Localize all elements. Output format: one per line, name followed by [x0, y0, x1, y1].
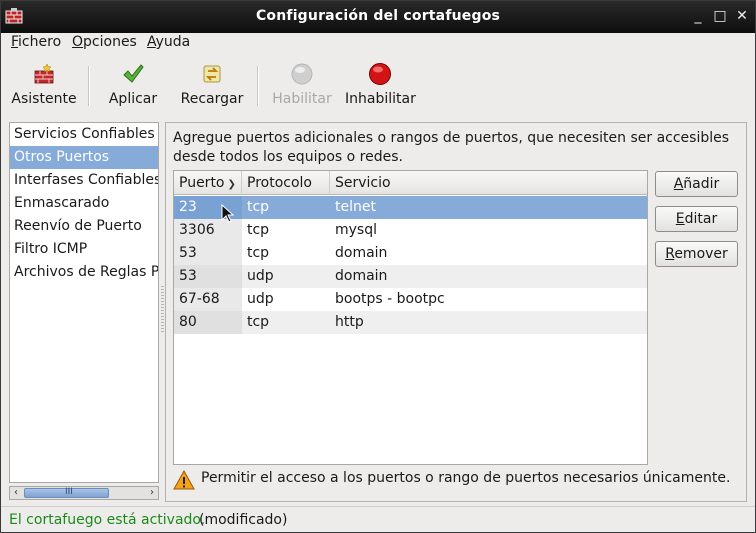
table-row[interactable]: 53 udp domain — [174, 265, 647, 288]
grey-circle-icon — [291, 63, 313, 85]
menu-ayuda[interactable]: Ayuda — [147, 34, 190, 50]
menu-fichero-label: ichero — [18, 34, 62, 50]
remove-port-mnemonic: R — [665, 246, 675, 262]
port-cell: 53 — [179, 268, 197, 284]
apply-button[interactable]: Aplicar — [101, 56, 165, 112]
table-row[interactable]: 53 tcp domain — [174, 242, 647, 265]
sidebar-list: Servicios Confiables Otros Puertos Inter… — [9, 122, 159, 483]
menu-ayuda-label: yuda — [155, 34, 191, 50]
table-row[interactable]: 80 tcp http — [174, 311, 647, 334]
ports-table: Puerto ❯ Protocolo Servicio 23 tcp telnet… — [173, 170, 648, 465]
add-port-label: ñadir — [683, 176, 720, 192]
checkmark-icon — [123, 64, 144, 83]
apply-label: Aplicar — [108, 91, 158, 107]
menu-opciones[interactable]: Opciones — [72, 34, 137, 50]
service-cell: http — [335, 314, 364, 330]
disable-label: Inhabilitar — [345, 91, 416, 107]
menu-ayuda-mnemonic: A — [147, 34, 156, 50]
remove-port-button[interactable]: Remover — [655, 241, 738, 267]
column-header-protocolo[interactable]: Protocolo — [242, 171, 330, 195]
pane-splitter-handle[interactable] — [161, 286, 164, 334]
scrollbar-grip-icon: III — [65, 487, 73, 497]
close-button[interactable]: ✕ — [733, 7, 751, 25]
edit-port-label: ditar — [684, 211, 718, 227]
table-row[interactable]: 23 tcp telnet — [174, 196, 647, 219]
service-cell: bootps - bootpc — [335, 291, 445, 307]
protocol-cell: udp — [247, 291, 274, 307]
toolbar-separator — [257, 66, 259, 106]
disable-button[interactable]: Inhabilitar — [345, 56, 416, 112]
minimize-button[interactable]: _ — [689, 7, 707, 25]
service-cell: domain — [335, 245, 388, 261]
table-row[interactable]: 67-68 udp bootps - bootpc — [174, 288, 647, 311]
protocol-cell: tcp — [247, 222, 270, 238]
port-cell: 80 — [179, 314, 197, 330]
sort-descending-icon: ❯ — [227, 179, 236, 190]
protocol-cell: udp — [247, 268, 274, 284]
firewall-status-text: El cortafuego está activado. — [9, 512, 206, 528]
ports-description: Agregue puertos adicionales o rangos de … — [173, 130, 730, 165]
window-title: Configuración del cortafuegos — [255, 8, 501, 24]
mouse-pointer-icon — [221, 204, 235, 223]
firewall-config-window: Configuración del cortafuegos _ □ ✕ Fich… — [0, 0, 756, 533]
menu-opciones-mnemonic: O — [72, 34, 84, 50]
menu-fichero[interactable]: Fichero — [11, 34, 61, 50]
column-header-puerto-label: Puerto — [179, 175, 225, 191]
add-port-button[interactable]: Añadir — [655, 171, 738, 197]
modified-status-text: (modificado) — [199, 512, 288, 528]
port-cell: 53 — [179, 245, 197, 261]
wizard-firewall-icon — [34, 63, 54, 84]
menu-fichero-mnemonic: F — [11, 34, 19, 50]
warning-text: Permitir el acceso a los puertos o rango… — [201, 470, 731, 486]
sidebar-item-servicios-confiables[interactable]: Servicios Confiables — [10, 123, 158, 146]
sidebar-item-reenvio-de-puerto[interactable]: Reenvío de Puerto — [10, 215, 158, 238]
service-cell: domain — [335, 268, 388, 284]
scroll-left-arrow-icon[interactable]: ‹ — [10, 486, 22, 500]
scrollbar-thumb[interactable]: III — [24, 487, 109, 498]
table-row[interactable]: 3306 tcp mysql — [174, 219, 647, 242]
edit-port-mnemonic: E — [675, 211, 685, 227]
protocol-cell: tcp — [247, 199, 270, 215]
port-cell: 3306 — [179, 222, 215, 238]
maximize-button[interactable]: □ — [711, 7, 729, 25]
sidebar-item-filtro-icmp[interactable]: Filtro ICMP — [10, 238, 158, 261]
remove-port-label: emover — [674, 246, 728, 262]
red-circle-icon — [369, 63, 391, 85]
wizard-label: Asistente — [11, 91, 77, 107]
sidebar-item-archivos-de-reglas[interactable]: Archivos de Reglas Pe — [10, 261, 158, 284]
sidebar-horizontal-scrollbar[interactable]: ‹ III › — [9, 486, 159, 500]
port-cell: 23 — [179, 199, 197, 215]
sidebar-item-enmascarado[interactable]: Enmascarado — [10, 192, 158, 215]
service-cell: mysql — [335, 222, 377, 238]
warning-icon — [173, 469, 195, 490]
enable-button[interactable]: Habilitar — [269, 56, 335, 112]
service-cell: telnet — [335, 199, 376, 215]
table-header: Puerto ❯ Protocolo Servicio — [174, 171, 647, 195]
toolbar: Asistente Aplicar Recargar Habilitar Inh… — [1, 56, 755, 113]
menu-bar: Fichero Opciones Ayuda — [1, 33, 755, 53]
protocol-cell: tcp — [247, 314, 270, 330]
column-header-servicio[interactable]: Servicio — [330, 171, 647, 195]
port-cell: 67-68 — [179, 291, 220, 307]
reload-button[interactable]: Recargar — [177, 56, 247, 112]
sidebar-item-otros-puertos[interactable]: Otros Puertos — [10, 146, 158, 169]
column-header-puerto[interactable]: Puerto ❯ — [174, 171, 242, 195]
add-port-mnemonic: A — [673, 176, 684, 192]
sidebar-item-interfases-confiables[interactable]: Interfases Confiables — [10, 169, 158, 192]
menu-opciones-label: pciones — [83, 34, 137, 50]
scroll-right-arrow-icon[interactable]: › — [146, 486, 158, 500]
status-bar: El cortafuego está activado. (modificado… — [1, 506, 755, 533]
reload-label: Recargar — [180, 91, 244, 107]
edit-port-button[interactable]: Editar — [655, 206, 738, 232]
wizard-button[interactable]: Asistente — [7, 56, 81, 112]
title-bar: Configuración del cortafuegos _ □ ✕ — [1, 1, 755, 33]
toolbar-separator — [88, 66, 90, 106]
protocol-cell: tcp — [247, 245, 270, 261]
reload-icon — [203, 65, 221, 83]
enable-label: Habilitar — [272, 91, 332, 107]
